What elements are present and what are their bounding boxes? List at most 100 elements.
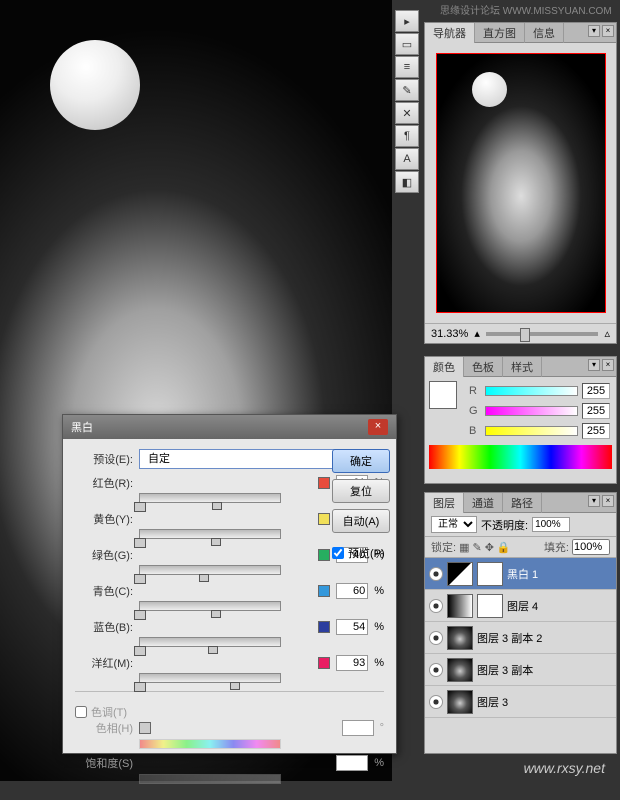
tool-options-strip: ▸ ▭ ≡ ✎ ✕ ¶ A ◧ bbox=[395, 10, 419, 193]
opacity-label: 不透明度: bbox=[481, 517, 528, 533]
layer-thumb bbox=[447, 626, 473, 650]
channel-swatch bbox=[318, 477, 330, 489]
zoom-in-icon[interactable]: ▵ bbox=[604, 327, 610, 340]
layer-list: 黑白 1 图层 4 图层 3 副本 2 图层 3 副本 图层 3 bbox=[425, 558, 616, 718]
layer-name: 黑白 1 bbox=[507, 566, 612, 582]
hue-slider bbox=[139, 739, 281, 749]
tool-btn-4[interactable]: ✎ bbox=[395, 79, 419, 101]
blend-mode-select[interactable]: 正常 bbox=[431, 516, 477, 533]
zoom-slider[interactable] bbox=[486, 332, 599, 336]
panel-close-icon[interactable]: × bbox=[602, 495, 614, 507]
tab-layers[interactable]: 图层 bbox=[425, 493, 464, 513]
preview-checkbox[interactable] bbox=[332, 547, 344, 559]
channel-label: 洋红(M): bbox=[75, 655, 133, 671]
b-slider[interactable] bbox=[485, 426, 578, 436]
visibility-icon[interactable] bbox=[429, 567, 443, 581]
layer-thumb bbox=[447, 690, 473, 714]
g-label: G bbox=[469, 405, 481, 417]
tool-btn-1[interactable]: ▸ bbox=[395, 10, 419, 32]
panel-menu-icon[interactable]: ▾ bbox=[588, 25, 600, 37]
channel-swatch bbox=[318, 657, 330, 669]
channel-swatch bbox=[318, 513, 330, 525]
tool-btn-5[interactable]: ✕ bbox=[395, 102, 419, 124]
tab-channels[interactable]: 通道 bbox=[464, 493, 503, 513]
opacity-input[interactable] bbox=[532, 517, 570, 532]
tint-checkbox[interactable] bbox=[75, 706, 87, 718]
layer-thumb bbox=[447, 562, 473, 586]
color-spectrum[interactable] bbox=[429, 445, 612, 469]
layer-row[interactable]: 黑白 1 bbox=[425, 558, 616, 590]
dialog-title: 黑白 bbox=[71, 419, 93, 435]
layer-thumb bbox=[447, 658, 473, 682]
g-slider[interactable] bbox=[485, 406, 578, 416]
layer-row[interactable]: 图层 4 bbox=[425, 590, 616, 622]
tool-btn-2[interactable]: ▭ bbox=[395, 33, 419, 55]
tab-color[interactable]: 颜色 bbox=[425, 357, 464, 377]
r-value[interactable] bbox=[582, 383, 610, 399]
zoom-out-icon[interactable]: ▴ bbox=[474, 327, 480, 340]
tool-btn-6[interactable]: ¶ bbox=[395, 125, 419, 147]
panel-menu-icon[interactable]: ▾ bbox=[588, 359, 600, 371]
tab-navigator[interactable]: 导航器 bbox=[425, 23, 475, 43]
zoom-value: 31.33% bbox=[431, 328, 468, 340]
ok-button[interactable]: 确定 bbox=[332, 449, 390, 473]
b-value[interactable] bbox=[582, 423, 610, 439]
tool-btn-8[interactable]: ◧ bbox=[395, 171, 419, 193]
navigator-panel: ▾× 导航器 直方图 信息 31.33% ▴ ▵ bbox=[424, 22, 617, 344]
g-value[interactable] bbox=[582, 403, 610, 419]
tool-btn-7[interactable]: A bbox=[395, 148, 419, 170]
lock-pixels-icon[interactable]: ✎ bbox=[472, 541, 481, 554]
channel-swatch bbox=[318, 549, 330, 561]
sat-label: 饱和度(S) bbox=[75, 755, 133, 771]
layer-name: 图层 4 bbox=[507, 598, 612, 614]
hue-label: 色相(H) bbox=[75, 720, 133, 736]
close-icon[interactable]: × bbox=[368, 419, 388, 435]
lock-all-icon[interactable]: 🔒 bbox=[497, 541, 511, 554]
sat-slider bbox=[139, 774, 281, 784]
visibility-icon[interactable] bbox=[429, 631, 443, 645]
channel-slider[interactable] bbox=[139, 493, 281, 503]
b-label: B bbox=[469, 425, 481, 437]
tab-paths[interactable]: 路径 bbox=[503, 493, 542, 513]
foreground-swatch[interactable] bbox=[429, 381, 457, 409]
channel-value[interactable] bbox=[336, 583, 368, 599]
lock-move-icon[interactable]: ✥ bbox=[485, 541, 494, 554]
channel-swatch bbox=[318, 621, 330, 633]
panel-close-icon[interactable]: × bbox=[602, 359, 614, 371]
channel-slider[interactable] bbox=[139, 565, 281, 575]
auto-button[interactable]: 自动(A) bbox=[332, 509, 390, 533]
visibility-icon[interactable] bbox=[429, 663, 443, 677]
visibility-icon[interactable] bbox=[429, 599, 443, 613]
layers-panel: ▾× 图层 通道 路径 正常 不透明度: 锁定: ▦ ✎ ✥ 🔒 填充: 黑白 … bbox=[424, 492, 617, 754]
layer-name: 图层 3 副本 2 bbox=[477, 630, 612, 646]
channel-slider[interactable] bbox=[139, 673, 281, 683]
layer-row[interactable]: 图层 3 bbox=[425, 686, 616, 718]
channel-value[interactable] bbox=[336, 655, 368, 671]
channel-value[interactable] bbox=[336, 619, 368, 635]
r-slider[interactable] bbox=[485, 386, 578, 396]
fill-input[interactable] bbox=[572, 539, 610, 555]
channel-label: 绿色(G): bbox=[75, 547, 133, 563]
channel-slider[interactable] bbox=[139, 529, 281, 539]
visibility-icon[interactable] bbox=[429, 695, 443, 709]
tab-info[interactable]: 信息 bbox=[525, 23, 564, 43]
layer-thumb bbox=[447, 594, 473, 618]
lock-label: 锁定: bbox=[431, 539, 456, 555]
fill-label: 填充: bbox=[544, 539, 569, 555]
navigator-preview[interactable] bbox=[436, 53, 606, 313]
layer-row[interactable]: 图层 3 副本 bbox=[425, 654, 616, 686]
channel-slider[interactable] bbox=[139, 637, 281, 647]
panel-menu-icon[interactable]: ▾ bbox=[588, 495, 600, 507]
lock-trans-icon[interactable]: ▦ bbox=[459, 541, 469, 554]
layer-name: 图层 3 副本 bbox=[477, 662, 612, 678]
reset-button[interactable]: 复位 bbox=[332, 479, 390, 503]
watermark-bottom: www.rxsy.net bbox=[524, 760, 605, 776]
tab-styles[interactable]: 样式 bbox=[503, 357, 542, 377]
tool-btn-3[interactable]: ≡ bbox=[395, 56, 419, 78]
channel-slider[interactable] bbox=[139, 601, 281, 611]
tab-histogram[interactable]: 直方图 bbox=[475, 23, 525, 43]
color-panel: ▾× 颜色 色板 样式 R G B bbox=[424, 356, 617, 484]
panel-close-icon[interactable]: × bbox=[602, 25, 614, 37]
tab-swatches[interactable]: 色板 bbox=[464, 357, 503, 377]
layer-row[interactable]: 图层 3 副本 2 bbox=[425, 622, 616, 654]
